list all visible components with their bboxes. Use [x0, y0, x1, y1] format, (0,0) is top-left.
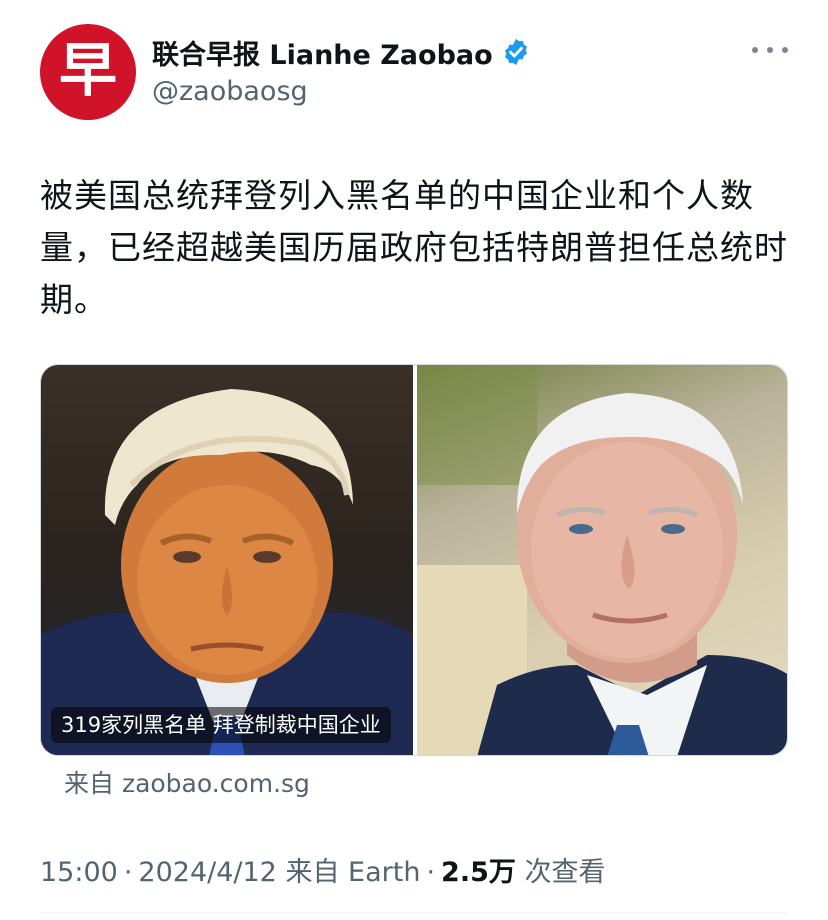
- account-avatar[interactable]: 早: [40, 24, 136, 120]
- tweet-header: 早 联合早报 Lianhe Zaobao @zaobaosg: [0, 0, 828, 140]
- link-card-caption[interactable]: 319家列黑名单 拜登制裁中国企业: [51, 707, 391, 743]
- portrait-right-illustration: [417, 365, 787, 755]
- tweet-text: 被美国总统拜登列入黑名单的中国企业和个人数量，已经超越美国历届政府包括特朗普担任…: [40, 176, 788, 319]
- views-count[interactable]: 2.5万: [441, 857, 516, 888]
- tweet-date[interactable]: 2024/4/12: [138, 857, 276, 888]
- more-options-icon[interactable]: [752, 38, 788, 62]
- portrait-left-illustration: [41, 389, 413, 755]
- more-dot-icon: [782, 47, 788, 53]
- meta-separator: ·: [426, 857, 436, 888]
- account-name-row[interactable]: 联合早报 Lianhe Zaobao: [152, 32, 531, 72]
- avatar-logo-text: 早: [58, 36, 117, 104]
- photo-left-portrait: [41, 365, 413, 755]
- more-dot-icon: [767, 47, 773, 53]
- link-source[interactable]: 来自 zaobao.com.sg: [64, 764, 310, 800]
- meta-separator: ·: [123, 857, 133, 888]
- verified-badge-icon: [504, 38, 527, 66]
- account-handle[interactable]: @zaobaosg: [152, 76, 308, 107]
- tweet-via: 来自 Earth: [285, 857, 421, 888]
- divider-line: [40, 912, 788, 913]
- tweet-meta: 15:00 · 2024/4/12 来自 Earth · 2.5万 次查看: [40, 850, 605, 889]
- photo-right-portrait: [417, 365, 787, 755]
- account-display-name[interactable]: 联合早报 Lianhe Zaobao: [152, 33, 493, 72]
- views-label: 次查看: [524, 857, 606, 888]
- link-preview-card[interactable]: 319家列黑名单 拜登制裁中国企业: [40, 364, 788, 756]
- more-dot-icon: [752, 47, 758, 53]
- tweet-time[interactable]: 15:00: [40, 857, 118, 888]
